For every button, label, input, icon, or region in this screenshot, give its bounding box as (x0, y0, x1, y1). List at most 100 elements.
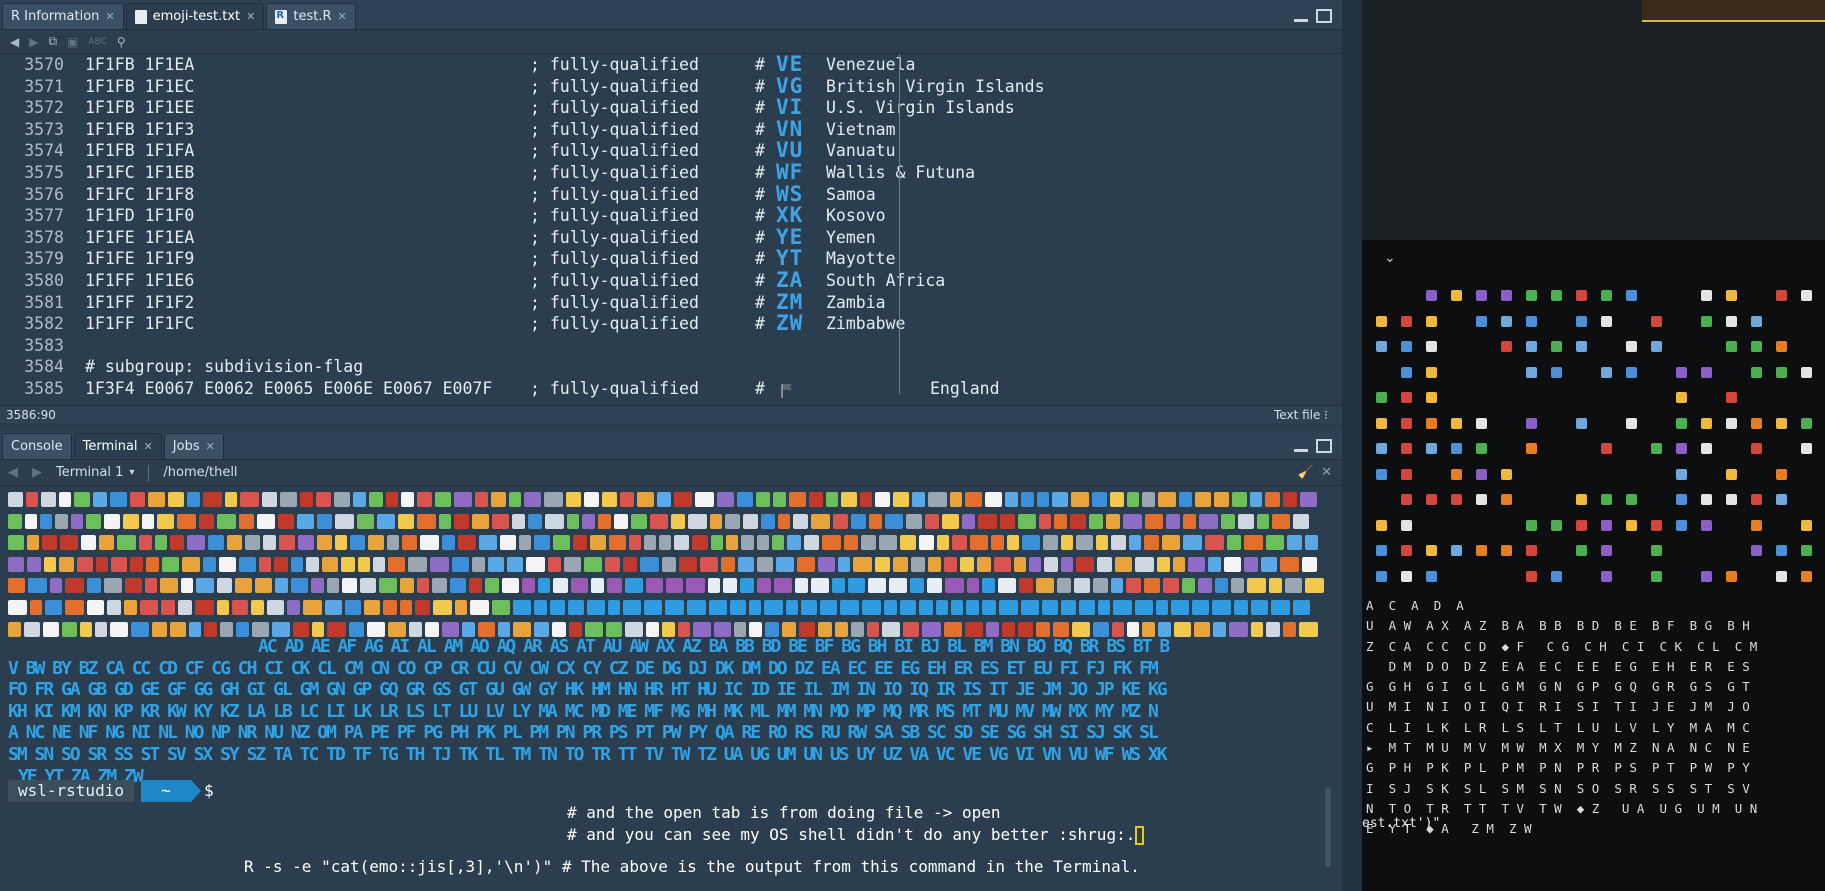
emoji-glyph (252, 621, 269, 637)
line-number: 3585 (24, 378, 64, 398)
background-emoji-glyph (1401, 468, 1412, 480)
emoji-output-row (8, 554, 1328, 576)
emoji-glyph (548, 556, 561, 572)
pane-divider[interactable] (1342, 0, 1362, 891)
save-icon[interactable]: ▣ (67, 35, 78, 49)
emoji-glyph (1231, 578, 1244, 594)
clear-console-icon[interactable]: 🧹 (1298, 465, 1314, 480)
background-emoji-glyph (1626, 494, 1637, 505)
forward-arrow-icon[interactable]: ▶ (32, 465, 42, 480)
emoji-glyph (885, 513, 903, 529)
emoji-glyph (966, 599, 979, 615)
chevron-down-icon[interactable]: ⌄ (1384, 250, 1396, 266)
emoji-glyph (42, 535, 57, 551)
emoji-glyph (978, 513, 997, 529)
toolbar-divider (148, 464, 150, 481)
search-icon[interactable]: ⚲ (117, 35, 126, 49)
console-pane: Console Terminal ✕ Jobs ✕ ◀ ▶ Terminal 1… (0, 430, 1342, 891)
minimize-icon[interactable] (1294, 449, 1308, 452)
background-emoji-glyph (1426, 570, 1437, 582)
background-emoji-glyph (1751, 417, 1762, 429)
file-type-selector[interactable]: Text file ⁝ (1274, 408, 1336, 422)
tab-terminal[interactable]: Terminal ✕ (73, 433, 162, 459)
emoji-glyph (251, 599, 264, 615)
emoji-glyph (1019, 578, 1033, 594)
emoji-glyph (1283, 492, 1297, 507)
close-terminal-icon[interactable]: ✕ (1321, 465, 1332, 480)
emoji-glyph (534, 535, 550, 551)
maximize-icon[interactable] (1316, 9, 1332, 23)
background-emoji-glyph (1426, 366, 1437, 378)
emoji-glyph (1280, 556, 1299, 572)
country-name: Vietnam (826, 119, 896, 139)
tab-test-r[interactable]: test.R ✕ (266, 3, 356, 29)
emoji-glyph (430, 556, 449, 572)
tab-console[interactable]: Console (2, 433, 72, 459)
background-emoji-glyph (1776, 494, 1787, 505)
pane-window-controls (1294, 9, 1332, 23)
code-line: 3576 1F1FC 1F1F8 ; fully-qualified # WS Samoa (0, 183, 1335, 206)
tab-emoji-test[interactable]: emoji-test.txt ✕ (125, 3, 265, 29)
editor-toolbar: ◀ ▶ ⧉ ▣ ABC ⚲ (0, 30, 1342, 54)
emoji-glyph (903, 621, 919, 637)
spellcheck-icon[interactable]: ABC (88, 37, 106, 47)
flag-letters: VN (776, 116, 804, 141)
emoji-glyph (944, 556, 957, 572)
terminal-selector[interactable]: Terminal 1 ▾ (56, 465, 134, 480)
background-emoji-glyph (1601, 519, 1612, 531)
background-emoji-glyph (1551, 341, 1562, 352)
emoji-glyph (203, 556, 216, 572)
emoji-glyph (8, 492, 23, 507)
emoji-glyph (1093, 621, 1109, 637)
comment-hash: # (755, 249, 765, 269)
show-in-window-icon[interactable]: ⧉ (48, 34, 57, 49)
emoji-glyph (609, 535, 626, 551)
emoji-glyph (584, 556, 602, 572)
close-icon[interactable]: ✕ (144, 440, 153, 453)
minimize-icon[interactable] (1294, 19, 1308, 22)
emoji-glyph (795, 578, 808, 594)
terminal-scrollbar[interactable] (1325, 787, 1331, 867)
emoji-glyph (832, 578, 845, 594)
editor-tabbar: R Information ✕ emoji-test.txt ✕ test.R … (0, 0, 1342, 30)
close-icon[interactable]: ✕ (246, 10, 255, 23)
emoji-glyph (27, 556, 41, 572)
forward-arrow-icon[interactable]: ▶ (29, 35, 38, 49)
emoji-glyph (1005, 492, 1018, 507)
code-points: 1F1FB 1F1EC (85, 76, 195, 96)
emoji-glyph (74, 492, 90, 507)
background-emoji-glyph (1451, 417, 1462, 429)
background-emoji-glyph (1376, 570, 1387, 582)
background-emoji-glyph (1526, 570, 1537, 582)
back-arrow-icon[interactable]: ◀ (8, 465, 18, 480)
emoji-glyph (1021, 599, 1039, 615)
emoji-glyph (708, 578, 720, 594)
background-emoji-glyph (1376, 341, 1387, 352)
emoji-glyph (8, 599, 27, 615)
background-emoji-glyph (1501, 315, 1512, 327)
emoji-glyph (1157, 556, 1170, 572)
emoji-glyph (316, 492, 331, 507)
close-icon[interactable]: ✕ (105, 10, 114, 23)
emoji-glyph (522, 578, 535, 594)
tab-jobs[interactable]: Jobs ✕ (163, 433, 224, 459)
country-name: Mayotte (826, 249, 896, 269)
close-icon[interactable]: ✕ (338, 10, 347, 23)
emoji-glyph (942, 513, 959, 529)
line-number: 3581 (24, 292, 64, 312)
emoji-glyph (24, 621, 40, 637)
emoji-glyph (388, 556, 405, 572)
emoji-glyph (1247, 578, 1266, 594)
back-arrow-icon[interactable]: ◀ (10, 35, 19, 49)
emoji-glyph (985, 492, 1002, 507)
emoji-glyph (146, 556, 159, 572)
maximize-icon[interactable] (1316, 439, 1332, 453)
close-icon[interactable]: ✕ (206, 440, 215, 453)
emoji-glyph (8, 578, 25, 594)
background-emoji-glyph (1376, 468, 1387, 480)
tab-r-information[interactable]: R Information ✕ (2, 3, 124, 29)
terminal-output[interactable]: AC AD AE AF AG AI AL AM AO AQ AR AS AT A… (0, 487, 1335, 891)
code-area[interactable]: 3570 1F1FB 1F1EA ; fully-qualified # VE Venez… (0, 54, 1335, 405)
emoji-glyph (498, 621, 510, 637)
emoji-glyph (123, 513, 139, 529)
